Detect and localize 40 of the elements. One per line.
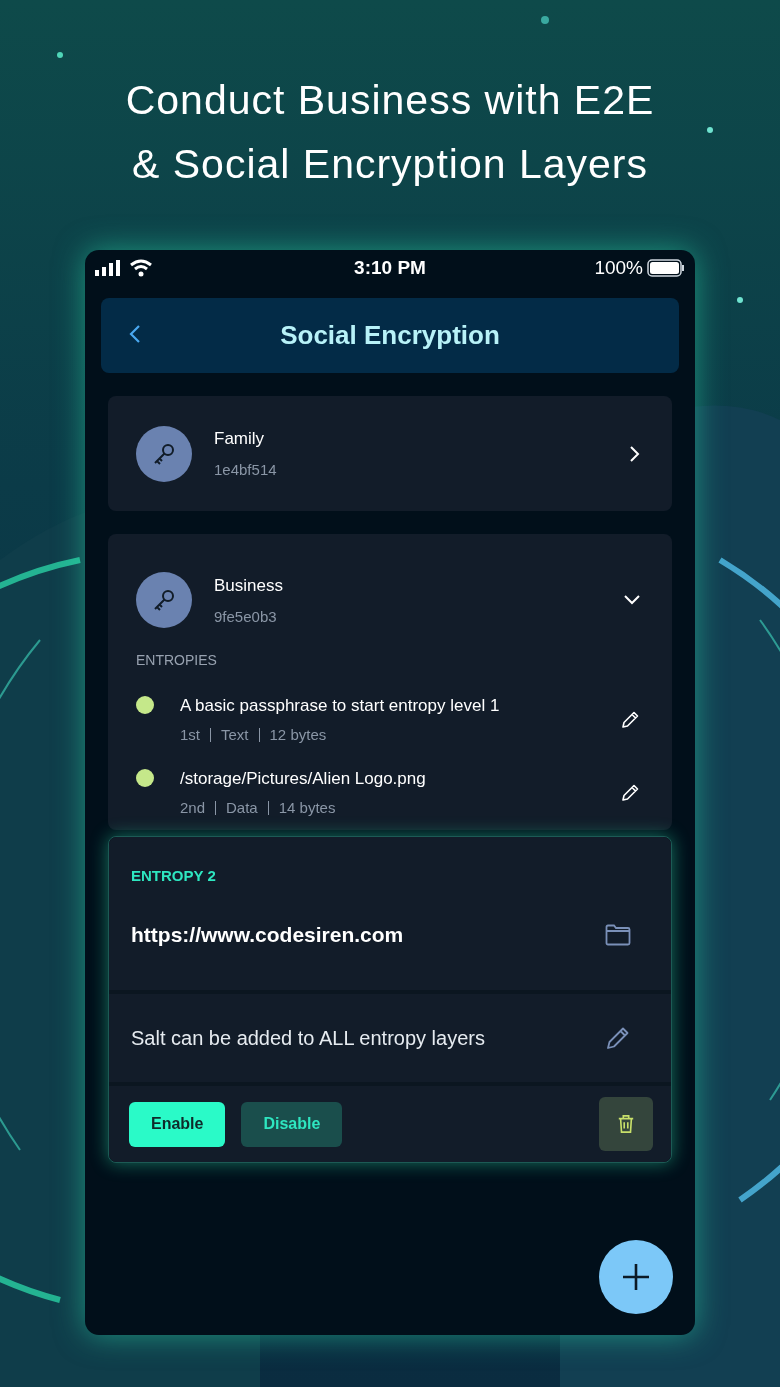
pencil-icon[interactable]: [620, 783, 640, 803]
entropy-text: /storage/Pictures/Alien Logo.png: [180, 769, 426, 789]
group-name: Business: [214, 575, 283, 596]
folder-icon[interactable]: [605, 924, 631, 946]
group-code: 9fe5e0b3: [214, 607, 278, 625]
status-dot: [136, 696, 154, 714]
toggle-button[interactable]: Disable: [241, 1101, 343, 1147]
group-card[interactable]: Family 1e4bf514: [108, 396, 672, 511]
chevron-down-icon: [624, 595, 640, 605]
battery-icon: [647, 259, 685, 277]
group-code: 1e4bf514: [214, 461, 277, 478]
entropy-input-field[interactable]: https://www.codesiren.com: [131, 923, 605, 947]
section-label: ENTROPIES: [136, 652, 218, 668]
delete-button[interactable]: [599, 1097, 653, 1151]
editor-label: ENTROPY 2: [131, 867, 216, 884]
screen-title: Social Encryption: [280, 320, 500, 351]
key-icon: [136, 425, 192, 482]
group-name: Family: [214, 429, 266, 449]
entropy-order: 1st: [180, 726, 200, 743]
entropy-type: Text: [221, 726, 249, 743]
entropy-text: A basic passphrase to start entropy level 1: [180, 696, 500, 716]
entropy-size: 14 bytes: [278, 799, 336, 816]
status-time: 3:10 PM: [353, 257, 427, 279]
trash-icon: [617, 1114, 635, 1134]
pencil-icon[interactable]: [620, 710, 640, 730]
chevron-left-icon: [129, 324, 141, 344]
group-card[interactable]: Business 9fe5e0b3 ENTROPIES A basic passphrase to start entropy level 1 1st Text 12 bytes /storage/Pictures/Alien Logo.png 2nd Data 14 bytes: [108, 534, 672, 830]
entropy-type: Data: [226, 799, 258, 816]
entropy-order: 2nd: [180, 799, 206, 816]
toggle-button[interactable]: Enable: [129, 1101, 226, 1147]
entropy-size: 12 bytes: [269, 726, 327, 743]
battery-percent: 100%: [594, 257, 643, 279]
key-icon: [136, 572, 192, 628]
headline: Conduct Business with E2E & Social Encryption Layers: [125, 76, 655, 189]
status-dot: [136, 769, 154, 787]
signal-icon: [95, 260, 121, 276]
chevron-right-icon: [630, 445, 640, 462]
plus-icon: [621, 1262, 651, 1292]
wifi-icon: [129, 259, 153, 277]
salt-field[interactable]: Salt can be added to ALL entropy layers: [131, 1026, 605, 1050]
